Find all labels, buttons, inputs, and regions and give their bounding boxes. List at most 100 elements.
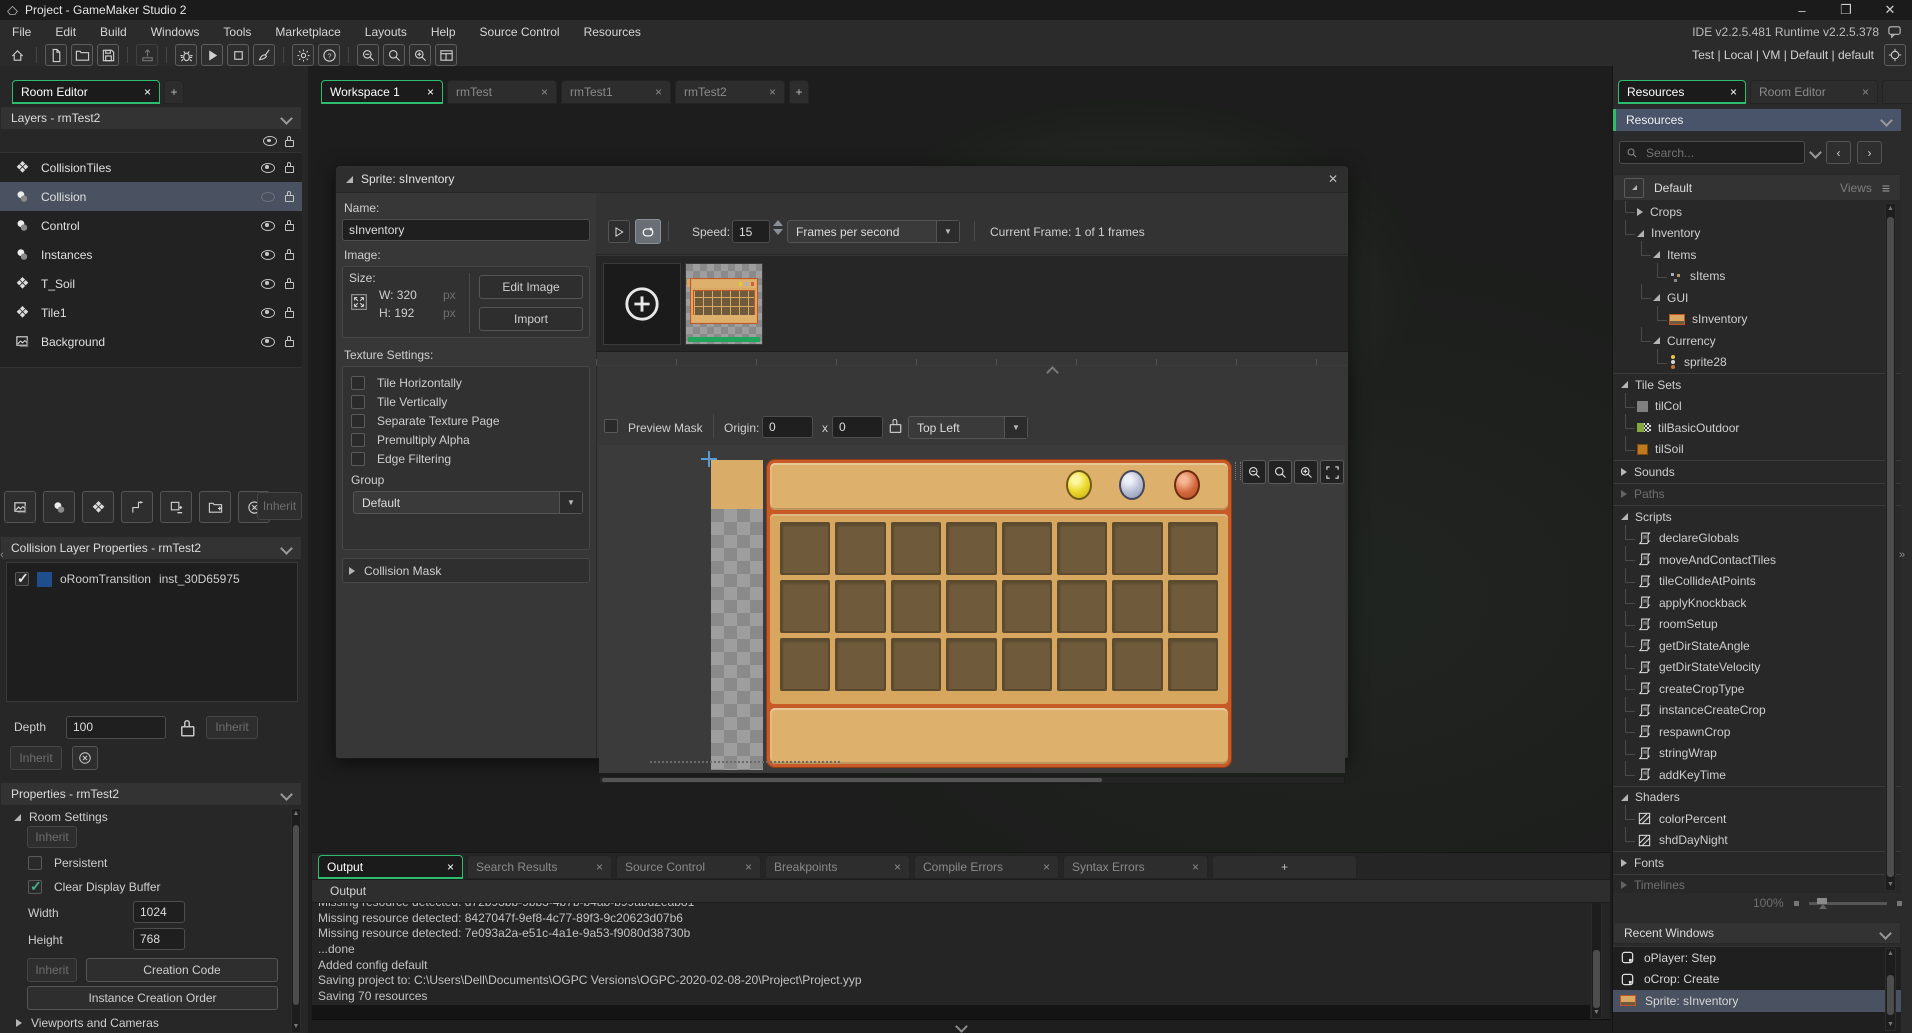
loop-toggle-button[interactable] <box>635 219 661 244</box>
resource-crops[interactable]: Crops <box>1613 201 1901 223</box>
resource-inventory[interactable]: Inventory <box>1613 223 1901 245</box>
edge-filtering-checkbox[interactable] <box>351 452 365 466</box>
save-project-button[interactable] <box>97 44 119 66</box>
expanded-triangle-icon[interactable] <box>1653 294 1660 301</box>
clear-inheritance-button[interactable] <box>72 746 98 770</box>
zoom-slider-max[interactable] <box>1897 901 1902 906</box>
scrollbar-thumb[interactable] <box>293 825 299 1005</box>
views-menu-icon[interactable]: ≡ <box>1882 180 1890 196</box>
lock-icon[interactable] <box>285 340 294 347</box>
resource-sinventory[interactable]: sInventory <box>1613 309 1901 331</box>
lock-icon[interactable] <box>285 166 294 173</box>
search-next-button[interactable]: › <box>1857 141 1882 164</box>
resource-sitems[interactable]: sItems <box>1613 266 1901 288</box>
maximize-button[interactable]: ❐ <box>1824 2 1868 18</box>
lock-icon[interactable] <box>285 195 294 202</box>
edit-image-button[interactable]: Edit Image <box>479 275 583 299</box>
dropdown-arrow-icon[interactable]: ▼ <box>936 221 959 242</box>
resource-tilcol[interactable]: tilCol <box>1613 396 1901 418</box>
output-tab-search-results[interactable]: Search Results× <box>467 855 612 879</box>
close-tab-icon[interactable]: × <box>655 85 662 99</box>
minimize-button[interactable]: – <box>1780 3 1824 18</box>
layer-row-collisiontiles[interactable]: CollisionTiles <box>0 153 302 182</box>
viewports-section[interactable]: Viewports and Cameras <box>16 1016 159 1030</box>
scroll-down-icon[interactable]: ▼ <box>1592 1009 1601 1017</box>
scrollbar-thumb[interactable] <box>1887 975 1894 1015</box>
search-box[interactable] <box>1619 141 1805 164</box>
sprite-name-input[interactable] <box>342 219 590 241</box>
home-button[interactable] <box>6 44 28 66</box>
workspace-tab-rmtest2[interactable]: rmTest2× <box>675 80 785 104</box>
depth-inherit-button[interactable]: Inherit <box>206 716 258 739</box>
lock-icon[interactable] <box>285 311 294 318</box>
help-button[interactable]: ? <box>318 44 340 66</box>
recent-windows-header[interactable]: Recent Windows <box>1613 922 1901 944</box>
resource-stringwrap[interactable]: stringWrap <box>1613 743 1901 765</box>
persistent-checkbox[interactable] <box>28 856 42 870</box>
dropdown-arrow-icon[interactable]: ▼ <box>559 492 582 513</box>
resource-colorpercent[interactable]: colorPercent <box>1613 808 1901 830</box>
output-tab-source-control[interactable]: Source Control× <box>616 855 761 879</box>
room-inherit-button[interactable]: Inherit <box>27 826 77 848</box>
texture-option-premultiply-alpha[interactable]: Premultiply Alpha <box>343 430 589 449</box>
right-tab-room-editor[interactable]: Room Editor× <box>1750 80 1878 104</box>
layers-header[interactable]: Layers - rmTest2 <box>0 106 302 130</box>
inherit-button[interactable]: Inherit <box>10 746 62 770</box>
play-animation-button[interactable] <box>608 220 630 243</box>
debug-button[interactable] <box>175 44 197 66</box>
frame-0-thumbnail[interactable] <box>685 263 763 345</box>
separate-texture-page-checkbox[interactable] <box>351 414 365 428</box>
scroll-up-icon[interactable]: ▲ <box>1886 205 1895 213</box>
resource-moveandcontacttiles[interactable]: moveAndContactTiles <box>1613 549 1901 571</box>
visibility-eye-icon[interactable] <box>261 221 275 231</box>
collapse-window-icon[interactable] <box>346 176 353 183</box>
scroll-down-icon[interactable]: ▼ <box>1886 1021 1895 1029</box>
origin-mode-dropdown[interactable]: Top Left ▼ <box>908 416 1028 439</box>
canvas-horizontal-scrollbar[interactable] <box>599 776 1345 784</box>
lock-icon[interactable] <box>285 253 294 260</box>
resource-tilecollideatpoints[interactable]: tileCollideAtPoints <box>1613 571 1901 593</box>
new-file-button[interactable] <box>45 44 67 66</box>
lock-icon[interactable] <box>285 282 294 289</box>
zoom-reset-button[interactable] <box>383 44 405 66</box>
scroll-up-icon[interactable]: ▲ <box>292 810 300 818</box>
search-options-icon[interactable] <box>1809 146 1822 159</box>
recent-oplayer-step[interactable]: oPlayer: Step <box>1613 947 1901 969</box>
layout-button[interactable] <box>435 44 457 66</box>
collapsed-triangle-icon[interactable] <box>1621 468 1627 476</box>
add-tab-button[interactable]: + <box>164 80 184 104</box>
origin-y-input[interactable] <box>832 416 883 438</box>
tree-scrollbar[interactable]: ▲ ▼ <box>1885 203 1896 891</box>
room-height-input[interactable] <box>133 928 185 950</box>
resource-instancecreatecrop[interactable]: instanceCreateCrop <box>1613 700 1901 722</box>
texture-option-separate-texture-page[interactable]: Separate Texture Page <box>343 411 589 430</box>
resource-declareglobals[interactable]: declareGlobals <box>1613 528 1901 550</box>
fit-to-window-button[interactable] <box>1320 460 1344 484</box>
output-tab-syntax-errors[interactable]: Syntax Errors× <box>1063 855 1208 879</box>
workspace-tab-rmtest1[interactable]: rmTest1× <box>561 80 671 104</box>
close-tab-icon[interactable]: × <box>447 860 454 874</box>
run-button[interactable] <box>201 44 223 66</box>
tile-horizontally-checkbox[interactable] <box>351 376 365 390</box>
visibility-eye-icon[interactable] <box>261 279 275 289</box>
menu-edit[interactable]: Edit <box>43 25 88 39</box>
dropdown-arrow-icon[interactable]: ▼ <box>1004 417 1027 438</box>
recent-sprite-sinventory[interactable]: Sprite: sInventory <box>1613 990 1901 1012</box>
instance-checkbox[interactable] <box>15 572 29 586</box>
scroll-down-icon[interactable]: ▼ <box>292 1023 300 1031</box>
menu-tools[interactable]: Tools <box>211 25 263 39</box>
add-tab-button[interactable]: + <box>1882 80 1912 104</box>
texture-option-tile-horizontally[interactable]: Tile Horizontally <box>343 373 589 392</box>
scroll-up-icon[interactable]: ▲ <box>1886 950 1895 958</box>
collapse-left-dock-icon[interactable]: ‹ <box>0 549 4 561</box>
workspace-tab-rmtest[interactable]: rmTest× <box>447 80 557 104</box>
origin-x-input[interactable] <box>762 416 813 438</box>
path-layer-button[interactable] <box>121 491 153 523</box>
premultiply-alpha-checkbox[interactable] <box>351 433 365 447</box>
zoom-out-button[interactable] <box>357 44 379 66</box>
collision-layer-properties-header[interactable]: Collision Layer Properties - rmTest2 <box>0 536 302 560</box>
close-tab-icon[interactable]: × <box>894 860 901 874</box>
resource-shddaynight[interactable]: shdDayNight <box>1613 830 1901 852</box>
collapse-output-icon[interactable] <box>955 1020 968 1033</box>
close-tab-icon[interactable]: × <box>427 85 434 99</box>
